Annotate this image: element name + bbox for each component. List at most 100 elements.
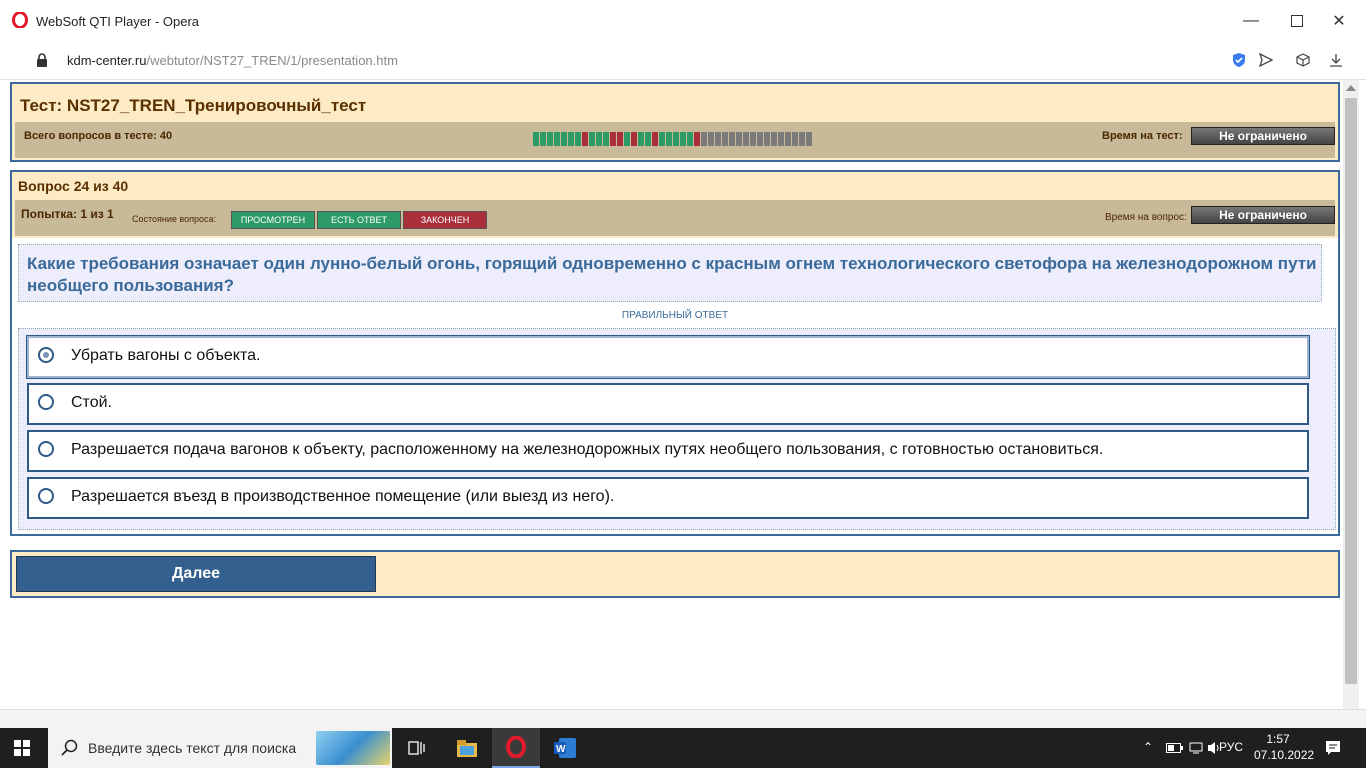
title-bar: WebSoft QTI Player - Opera — ✕ <box>0 0 1366 43</box>
question-number: Вопрос 24 из 40 <box>18 178 129 194</box>
question-map-cell[interactable] <box>666 132 672 146</box>
answer-option-4[interactable]: Разрешается въезд в производственное пом… <box>27 477 1309 519</box>
question-map-cell[interactable] <box>603 132 609 146</box>
answer-option-2[interactable]: Стой. <box>27 383 1309 425</box>
network-icon[interactable] <box>1189 741 1203 755</box>
file-explorer-icon[interactable] <box>443 728 491 768</box>
notifications-icon[interactable] <box>1325 740 1341 756</box>
question-map-cell[interactable] <box>799 132 805 146</box>
minimize-button[interactable]: — <box>1228 0 1274 42</box>
test-info-bar: Всего вопросов в тесте: 40 Время на тест… <box>15 122 1335 158</box>
question-map-cell[interactable] <box>687 132 693 146</box>
question-map-cell[interactable] <box>561 132 567 146</box>
test-time-value: Не ограничено <box>1191 127 1335 145</box>
taskbar-clock[interactable]: 1:57 07.10.2022 <box>1254 731 1315 763</box>
search-icon <box>61 739 78 756</box>
test-title: Тест: NST27_TREN_Тренировочный_тест <box>20 96 367 115</box>
scroll-up-icon[interactable] <box>1346 85 1356 91</box>
question-map-cell[interactable] <box>722 132 728 146</box>
question-map-cell[interactable] <box>708 132 714 146</box>
question-map-cell[interactable] <box>575 132 581 146</box>
maximize-button[interactable] <box>1274 0 1320 42</box>
total-questions-label: Всего вопросов в тесте: 40 <box>24 130 173 142</box>
opera-taskbar-icon[interactable] <box>492 728 540 768</box>
question-map-cell[interactable] <box>645 132 651 146</box>
close-window-button[interactable]: ✕ <box>1316 0 1362 42</box>
question-map-cell[interactable] <box>617 132 623 146</box>
question-map-cell[interactable] <box>596 132 602 146</box>
answer-option-1[interactable]: Убрать вагоны с объекта. <box>26 335 1310 379</box>
task-view-icon[interactable] <box>393 728 441 768</box>
test-time-label: Время на тест: <box>1102 130 1183 142</box>
question-map-cell[interactable] <box>568 132 574 146</box>
search-placeholder: Введите здесь текст для поиска <box>88 740 297 756</box>
question-map-cell[interactable] <box>743 132 749 146</box>
question-header: Вопрос 24 из 40 Попытка: 1 из 1 Состояни… <box>10 170 1340 240</box>
question-map-cell[interactable] <box>582 132 588 146</box>
question-map-cell[interactable] <box>554 132 560 146</box>
question-map-cell[interactable] <box>715 132 721 146</box>
url-text[interactable]: kdm-center.ru/webtutor/NST27_TREN/1/pres… <box>67 53 398 68</box>
vpn-shield-icon[interactable] <box>1230 51 1248 69</box>
browser-window: WebSoft QTI Player - Opera — ✕ kdm-cente… <box>0 0 1366 729</box>
question-map-cell[interactable] <box>624 132 630 146</box>
address-bar[interactable]: kdm-center.ru/webtutor/NST27_TREN/1/pres… <box>0 42 1366 80</box>
question-map-cell[interactable] <box>757 132 763 146</box>
question-map-cell[interactable] <box>610 132 616 146</box>
language-indicator[interactable]: РУС <box>1219 740 1243 754</box>
scroll-thumb[interactable] <box>1345 98 1357 684</box>
state-viewed-badge: ПРОСМОТРЕН <box>231 211 315 229</box>
question-map-cell[interactable] <box>631 132 637 146</box>
question-map-cell[interactable] <box>792 132 798 146</box>
question-map-cell[interactable] <box>673 132 679 146</box>
state-finished-badge: ЗАКОНЧЕН <box>403 211 487 229</box>
svg-text:W: W <box>556 744 566 755</box>
radio-icon[interactable] <box>38 488 54 504</box>
next-button[interactable]: Далее <box>16 556 376 592</box>
question-map-cell[interactable] <box>736 132 742 146</box>
question-map-cell[interactable] <box>701 132 707 146</box>
question-map-cell[interactable] <box>778 132 784 146</box>
tray-chevron-icon[interactable]: ⌃ <box>1143 740 1153 754</box>
question-map-cell[interactable] <box>540 132 546 146</box>
radio-icon[interactable] <box>38 441 54 457</box>
battery-icon[interactable] <box>1166 742 1184 754</box>
question-time-value: Не ограничено <box>1191 206 1335 224</box>
windows-start-icon[interactable] <box>14 740 30 756</box>
question-map-cell[interactable] <box>785 132 791 146</box>
answer-option-3[interactable]: Разрешается подача вагонов к объекту, ра… <box>27 430 1309 472</box>
answer-text: Разрешается въезд в производственное пом… <box>71 488 615 505</box>
question-map-cell[interactable] <box>533 132 539 146</box>
download-icon[interactable] <box>1327 51 1345 69</box>
page-scrollbar[interactable] <box>1343 80 1359 720</box>
opera-logo-icon <box>12 12 28 28</box>
question-map-cell[interactable] <box>638 132 644 146</box>
question-map <box>533 132 813 148</box>
word-taskbar-icon[interactable]: W <box>541 728 589 768</box>
question-map-cell[interactable] <box>729 132 735 146</box>
question-body: Какие требования означает один лунно-бел… <box>10 238 1340 536</box>
question-map-cell[interactable] <box>589 132 595 146</box>
radio-selected-icon[interactable] <box>38 347 54 363</box>
question-map-cell[interactable] <box>652 132 658 146</box>
question-map-cell[interactable] <box>764 132 770 146</box>
question-map-cell[interactable] <box>547 132 553 146</box>
taskbar-search[interactable]: Введите здесь текст для поиска <box>48 728 392 768</box>
question-map-cell[interactable] <box>694 132 700 146</box>
clock-date: 07.10.2022 <box>1254 748 1315 762</box>
question-map-cell[interactable] <box>680 132 686 146</box>
question-map-cell[interactable] <box>806 132 812 146</box>
question-map-cell[interactable] <box>771 132 777 146</box>
maximize-icon <box>1291 15 1303 27</box>
question-time-label: Время на вопрос: <box>1105 212 1187 223</box>
question-map-cell[interactable] <box>750 132 756 146</box>
radio-icon[interactable] <box>38 394 54 410</box>
url-path: /webtutor/NST27_TREN/1/presentation.htm <box>146 53 398 68</box>
navigation-panel: Далее <box>10 550 1340 598</box>
extensions-cube-icon[interactable] <box>1294 51 1312 69</box>
question-text: Какие требования означает один лунно-бел… <box>27 254 1317 295</box>
test-header: Тест: NST27_TREN_Тренировочный_тест Всег… <box>10 82 1340 162</box>
minimize-icon: — <box>1243 12 1259 29</box>
send-icon[interactable] <box>1257 51 1275 69</box>
question-map-cell[interactable] <box>659 132 665 146</box>
